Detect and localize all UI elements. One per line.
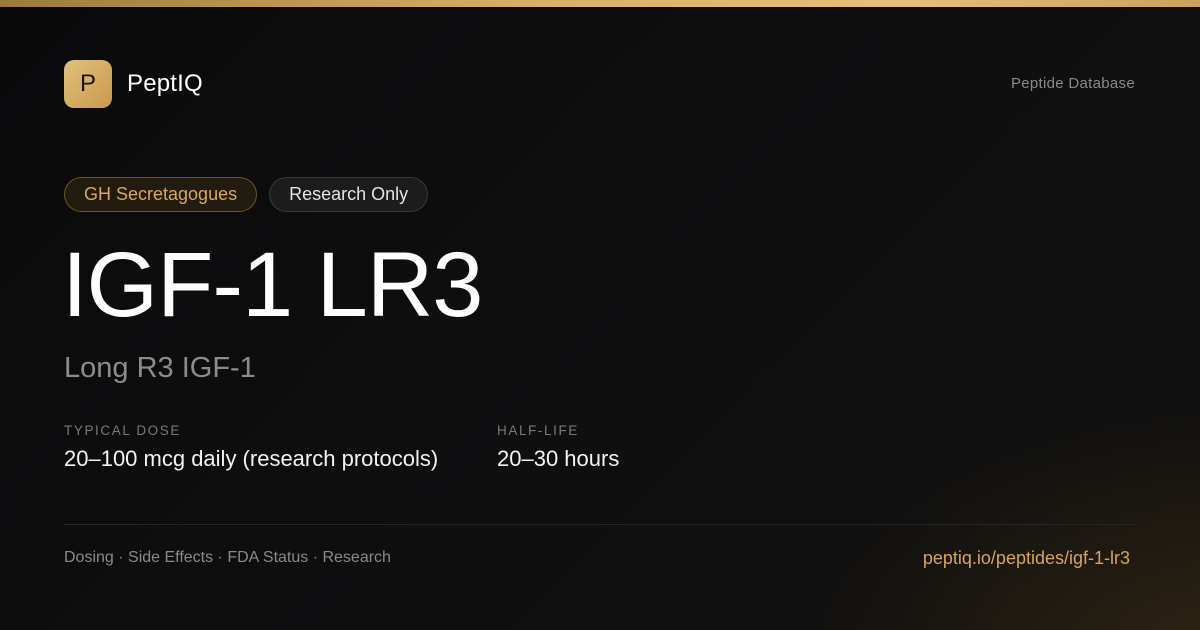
dose-label: TYPICAL DOSE bbox=[64, 423, 181, 438]
accent-top-bar bbox=[0, 0, 1200, 7]
half-life-value: 20–30 hours bbox=[497, 446, 620, 471]
half-life-stat: HALF-LIFE 20–30 hours bbox=[497, 423, 619, 472]
dose-stat: TYPICAL DOSE 20–100 mcg daily (research … bbox=[64, 423, 438, 472]
brand-name: PeptIQ bbox=[127, 70, 203, 97]
share-card: P PeptIQ Peptide Database GH Secretagogu… bbox=[0, 0, 1200, 630]
section-label: Peptide Database bbox=[1010, 75, 1135, 92]
page-subtitle: Long R3 IGF-1 bbox=[64, 352, 256, 384]
logo-icon: P bbox=[64, 60, 112, 108]
half-life-label: HALF-LIFE bbox=[497, 423, 579, 438]
badge-group: GH Secretagogues Research Only bbox=[64, 177, 429, 212]
page-title: IGF-1 LR3 bbox=[62, 234, 483, 336]
dose-value: 20–100 mcg daily (research protocols) bbox=[64, 446, 439, 471]
footer-divider bbox=[64, 524, 1136, 525]
brand[interactable]: P PeptIQ bbox=[64, 60, 203, 108]
category-badge: GH Secretagogues bbox=[64, 177, 258, 212]
status-badge: Research Only bbox=[269, 177, 429, 212]
footer-url-link[interactable]: peptiq.io/peptides/igf-1-lr3 bbox=[923, 548, 1130, 569]
footer-topics: Dosing · Side Effects · FDA Status · Res… bbox=[64, 549, 391, 566]
